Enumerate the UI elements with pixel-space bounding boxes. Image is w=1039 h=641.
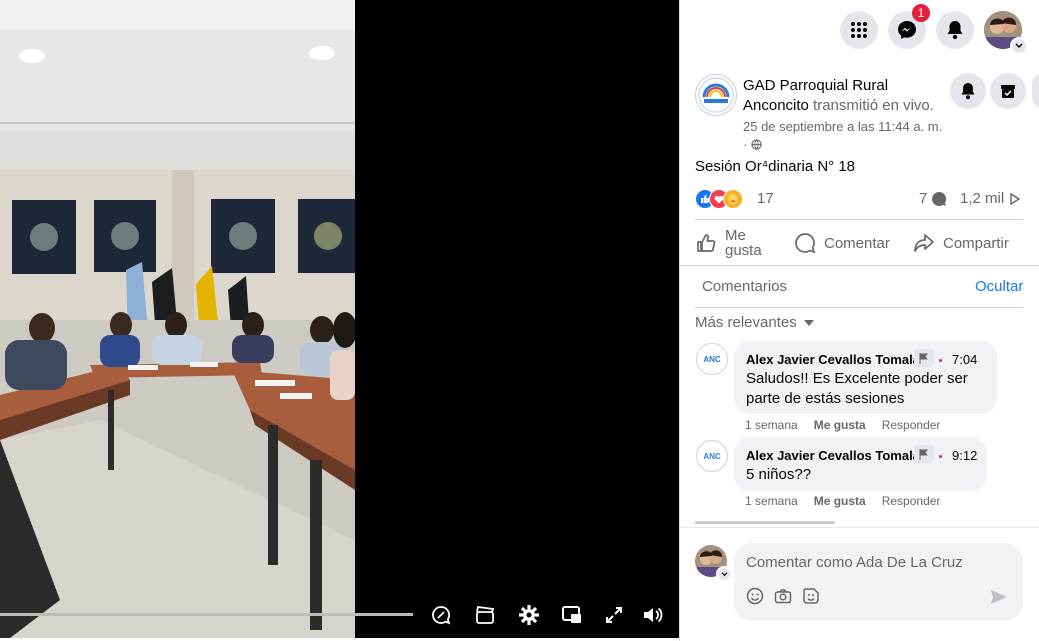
divider xyxy=(695,307,1023,308)
divider xyxy=(695,219,1023,220)
comments-count-value: 7 xyxy=(919,190,928,207)
live-comments-icon[interactable] xyxy=(428,602,454,628)
share-arrow-icon xyxy=(914,234,934,252)
globe-icon xyxy=(751,139,762,150)
grid-icon xyxy=(851,22,867,38)
comment-reply-link[interactable]: Responder xyxy=(882,494,941,508)
post-title: Sesión Or⁴dinaria N° 18 xyxy=(695,158,856,175)
flag-icon xyxy=(914,349,934,367)
divider xyxy=(680,265,1039,266)
sticker-icon[interactable] xyxy=(802,587,820,605)
clapperboard-icon[interactable] xyxy=(472,602,498,628)
comment-actions: 1 semana Me gusta Responder xyxy=(745,494,940,508)
live-dot xyxy=(939,455,942,458)
post-header-text: GAD Parroquial Rural Anconcito transmiti… xyxy=(743,76,949,116)
comment-author-name[interactable]: Alex Javier Cevallos Tomalá xyxy=(746,352,920,367)
bell-icon xyxy=(961,83,975,100)
camera-icon[interactable] xyxy=(774,587,792,605)
video-progress-bar[interactable] xyxy=(0,613,413,616)
comment-video-timestamp[interactable]: 9:12 xyxy=(952,448,977,463)
comment-like-link[interactable]: Me gusta xyxy=(814,494,866,508)
comment-age[interactable]: 1 semana xyxy=(745,418,798,432)
menu-grid-button[interactable] xyxy=(840,11,878,49)
composer-chevron-down-icon[interactable] xyxy=(716,566,732,582)
video-frame xyxy=(0,0,355,638)
more-options-button[interactable] xyxy=(1032,73,1039,109)
comment-icon xyxy=(795,233,816,254)
comment-text: 5 niños?? xyxy=(746,466,812,483)
composer-tools xyxy=(746,587,820,605)
comment-bubble-icon xyxy=(932,191,947,206)
post-meta: 25 de septiembre a las 11:44 a. m. · xyxy=(743,118,953,154)
like-button-label: Me gusta xyxy=(725,227,762,259)
reactions-count[interactable]: 17 xyxy=(757,190,774,207)
comment-reply-link[interactable]: Responder xyxy=(882,418,941,432)
comment-button[interactable]: Comentar xyxy=(794,226,904,260)
live-dot xyxy=(939,359,942,362)
thumbs-up-icon xyxy=(697,234,716,252)
view-more-comments-clipped[interactable] xyxy=(695,517,1025,524)
hide-comments-link[interactable]: Ocultar xyxy=(975,278,1023,295)
notifications-button[interactable] xyxy=(936,11,974,49)
flag-icon xyxy=(914,445,934,463)
save-post-button[interactable] xyxy=(990,73,1026,109)
archive-box-icon xyxy=(1001,85,1015,98)
reaction-icons[interactable] xyxy=(695,188,753,209)
page-avatar[interactable] xyxy=(695,74,737,116)
comment-author-avatar[interactable]: ANC xyxy=(696,440,728,472)
post-action-text: transmitió en vivo. xyxy=(813,97,934,114)
comment-author-name[interactable]: Alex Javier Cevallos Tomalá xyxy=(746,448,920,463)
follow-notifications-button[interactable] xyxy=(950,73,986,109)
comment-bubble: Alex Javier Cevallos Tomalá 7:04 Saludos… xyxy=(734,341,997,414)
like-button[interactable]: Me gusta xyxy=(695,226,785,260)
fullscreen-icon[interactable] xyxy=(601,602,627,628)
settings-gear-icon[interactable] xyxy=(516,602,542,628)
comment-actions: 1 semana Me gusta Responder xyxy=(745,418,940,432)
post-side-panel: 1 GAD Parroquial Rural Anconcito transmi… xyxy=(679,0,1039,641)
send-icon[interactable] xyxy=(990,589,1008,610)
bell-icon xyxy=(947,21,963,40)
video-progress-fill xyxy=(0,613,413,616)
views-count[interactable]: 1,2 mil xyxy=(960,190,1021,207)
comment-bubble: Alex Javier Cevallos Tomalá 9:12 5 niños… xyxy=(734,437,987,491)
caret-down-icon xyxy=(803,319,814,326)
messenger-icon xyxy=(898,21,916,39)
comment-video-timestamp[interactable]: 7:04 xyxy=(952,352,977,367)
picture-in-picture-icon[interactable] xyxy=(559,602,585,628)
play-icon xyxy=(1010,192,1021,205)
post-date-link[interactable]: 25 de septiembre a las 11:44 a. m. xyxy=(743,119,942,134)
comment-like-link[interactable]: Me gusta xyxy=(814,418,866,432)
messenger-button[interactable]: 1 xyxy=(888,4,930,49)
comment-age[interactable]: 1 semana xyxy=(745,494,798,508)
comment-composer[interactable]: Comentar como Ada De La Cruz xyxy=(734,543,1023,621)
care-reaction-icon xyxy=(723,189,743,209)
comment-text: Saludos!! Es Excelente poder ser parte d… xyxy=(746,370,968,407)
emoji-icon[interactable] xyxy=(746,587,764,605)
comment-author-avatar[interactable]: ANC xyxy=(696,343,728,375)
comments-count[interactable]: 7 xyxy=(919,190,947,207)
comment-button-label: Comentar xyxy=(824,234,890,252)
account-chevron-down-icon[interactable] xyxy=(1010,37,1028,55)
volume-icon[interactable] xyxy=(640,602,666,628)
share-button-label: Compartir xyxy=(943,234,1009,252)
meta-separator: · xyxy=(743,137,748,152)
comments-section-title: Comentarios xyxy=(702,278,788,295)
views-count-value: 1,2 mil xyxy=(960,190,1005,207)
sort-label: Más relevantes xyxy=(695,314,797,331)
share-button[interactable]: Compartir xyxy=(913,226,1028,260)
sort-comments-dropdown[interactable]: Más relevantes xyxy=(695,314,815,331)
video-player[interactable] xyxy=(0,0,679,638)
divider xyxy=(680,527,1039,528)
page-logo xyxy=(698,77,734,113)
notification-badge: 1 xyxy=(912,4,930,22)
composer-placeholder[interactable]: Comentar como Ada De La Cruz xyxy=(746,554,963,571)
